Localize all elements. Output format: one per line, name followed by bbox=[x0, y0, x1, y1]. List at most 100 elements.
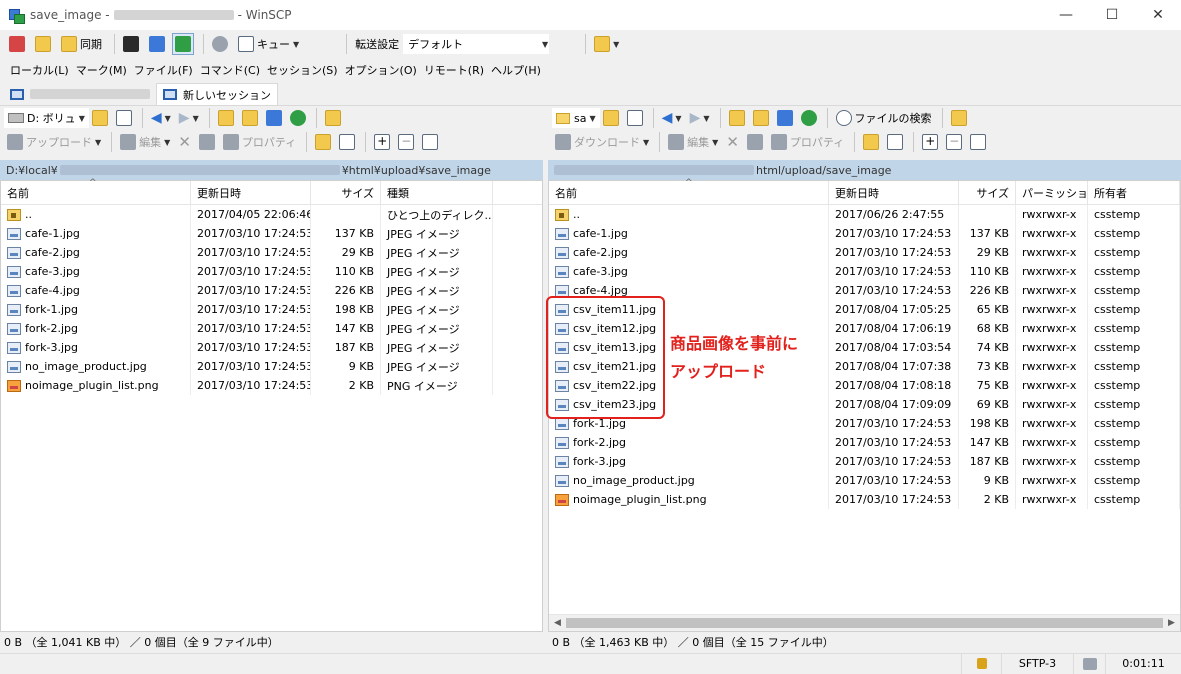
remote-root-dir-button[interactable] bbox=[750, 107, 772, 129]
local-path-bar[interactable]: D:¥local¥ ¥html¥upload¥save_image bbox=[0, 160, 543, 180]
maximize-button[interactable]: ☐ bbox=[1089, 0, 1135, 30]
connection-status[interactable] bbox=[1073, 653, 1105, 674]
table-row[interactable]: cafe-1.jpg 2017/03/10 17:24:53 137 KB rwxrw… bbox=[549, 224, 1180, 243]
compare-dirs-button[interactable] bbox=[6, 33, 28, 55]
putty-button[interactable] bbox=[146, 33, 168, 55]
minimize-button[interactable]: — bbox=[1043, 0, 1089, 30]
col-name[interactable]: 名前 ^ bbox=[1, 178, 191, 204]
local-back-button[interactable]: ◀ ▼ bbox=[148, 107, 174, 129]
table-row[interactable]: cafe-1.jpg 2017/03/10 17:24:53 137 KB JPEG … bbox=[1, 224, 542, 243]
local-refresh-button[interactable] bbox=[287, 107, 309, 129]
local-edit-button[interactable]: 編集 ▼ bbox=[117, 131, 173, 153]
menu-help[interactable]: ヘルプ(H) bbox=[491, 62, 541, 78]
menu-local[interactable]: ローカル(L) bbox=[10, 62, 69, 78]
remote-select-button[interactable]: + bbox=[919, 131, 941, 153]
sync-button[interactable]: 同期 bbox=[58, 33, 105, 55]
remote-filter-select-button[interactable] bbox=[967, 131, 989, 153]
remote-back-button[interactable]: ◀ ▼ bbox=[659, 107, 685, 129]
menu-file[interactable]: ファイル(F) bbox=[134, 62, 193, 78]
remote-tree-button[interactable] bbox=[948, 107, 970, 129]
table-row[interactable]: fork-1.jpg 2017/03/10 17:24:53 198 KB JPEG … bbox=[1, 300, 542, 319]
local-filter-button[interactable] bbox=[113, 107, 135, 129]
keep-remote-up-to-date-button[interactable] bbox=[172, 33, 194, 55]
remote-dir-select[interactable]: sa ▼ bbox=[552, 108, 600, 128]
table-row[interactable]: .. 2017/06/26 2:47:55 rwxrwxr-x csstemp bbox=[549, 205, 1180, 224]
scroll-left-icon[interactable]: ◀ bbox=[549, 618, 566, 628]
queue-button[interactable]: キュー ▼ bbox=[235, 33, 302, 55]
table-row[interactable]: noimage_plugin_list.png 2017/03/10 17:24:… bbox=[549, 490, 1180, 509]
table-row[interactable]: fork-2.jpg 2017/03/10 17:24:53 147 KB JPEG … bbox=[1, 319, 542, 338]
table-row[interactable]: cafe-2.jpg 2017/03/10 17:24:53 29 KB JPEG イ… bbox=[1, 243, 542, 262]
close-button[interactable]: ✕ bbox=[1135, 0, 1181, 30]
tab-new-session[interactable]: 新しいセッション bbox=[156, 83, 278, 105]
table-row[interactable]: .. 2017/04/05 22:06:46 ひとつ上のディレク... bbox=[1, 205, 542, 224]
tab-current-session[interactable] bbox=[4, 83, 156, 105]
remote-refresh-button[interactable] bbox=[798, 107, 820, 129]
remote-home-button[interactable] bbox=[774, 107, 796, 129]
menu-commands[interactable]: コマンド(C) bbox=[200, 62, 260, 78]
table-row[interactable]: fork-2.jpg 2017/03/10 17:24:53 147 KB rwxrw… bbox=[549, 433, 1180, 452]
download-button[interactable]: ダウンロード ▼ bbox=[552, 131, 652, 153]
other-session-button[interactable]: ▼ bbox=[591, 33, 622, 55]
col-type[interactable]: 種類 bbox=[381, 181, 493, 204]
col-size[interactable]: サイズ bbox=[959, 181, 1016, 204]
local-root-dir-button[interactable] bbox=[239, 107, 261, 129]
upload-button[interactable]: アップロード ▼ bbox=[4, 131, 104, 153]
menu-mark[interactable]: マーク(M) bbox=[76, 62, 127, 78]
col-owner[interactable]: 所有者 bbox=[1088, 181, 1180, 204]
table-row[interactable]: noimage_plugin_list.png 2017/03/10 17:24:… bbox=[1, 376, 542, 395]
col-modified[interactable]: 更新日時 bbox=[829, 181, 959, 204]
menu-remote[interactable]: リモート(R) bbox=[424, 62, 484, 78]
remote-unselect-button[interactable]: − bbox=[943, 131, 965, 153]
local-filter-select-button[interactable] bbox=[419, 131, 441, 153]
remote-edit-button[interactable]: 編集 ▼ bbox=[665, 131, 721, 153]
local-find-button[interactable] bbox=[322, 107, 344, 129]
menu-session[interactable]: セッション(S) bbox=[267, 62, 338, 78]
col-modified[interactable]: 更新日時 bbox=[191, 181, 311, 204]
remote-delete-button[interactable]: ✕ bbox=[723, 131, 742, 153]
col-permissions[interactable]: パーミッション bbox=[1016, 181, 1088, 204]
local-unselect-button[interactable]: − bbox=[395, 131, 417, 153]
table-row[interactable]: cafe-3.jpg 2017/03/10 17:24:53 110 KB rwxrw… bbox=[549, 262, 1180, 281]
remote-filter-button[interactable] bbox=[624, 107, 646, 129]
local-drive-select[interactable]: D: ボリュ ▼ bbox=[4, 108, 89, 128]
remote-new-file-button[interactable] bbox=[884, 131, 906, 153]
local-forward-button[interactable]: ▶ ▼ bbox=[176, 107, 202, 129]
table-row[interactable]: no_image_product.jpg 2017/03/10 17:24:53 9… bbox=[549, 471, 1180, 490]
col-size[interactable]: サイズ bbox=[311, 181, 381, 204]
transfer-preset-select[interactable]: デフォルト ▼ bbox=[403, 34, 550, 54]
preferences-button[interactable] bbox=[209, 33, 231, 55]
remote-parent-dir-button[interactable] bbox=[726, 107, 748, 129]
local-new-folder-button[interactable] bbox=[312, 131, 334, 153]
table-row[interactable]: fork-3.jpg 2017/03/10 17:24:53 187 KB JPEG … bbox=[1, 338, 542, 357]
scroll-thumb[interactable] bbox=[566, 618, 1163, 628]
local-file-list[interactable]: 名前 ^ 更新日時 サイズ 種類 .. 2017/04/05 22:06:46 ひとつ… bbox=[0, 178, 543, 632]
scroll-right-icon[interactable]: ▶ bbox=[1163, 618, 1180, 628]
encryption-status[interactable] bbox=[961, 653, 1001, 674]
table-row[interactable]: fork-3.jpg 2017/03/10 17:24:53 187 KB rwxrw… bbox=[549, 452, 1180, 471]
table-row[interactable]: cafe-4.jpg 2017/03/10 17:24:53 226 KB JPEG … bbox=[1, 281, 542, 300]
local-home-button[interactable] bbox=[263, 107, 285, 129]
local-new-file-button[interactable] bbox=[336, 131, 358, 153]
table-row[interactable]: cafe-3.jpg 2017/03/10 17:24:53 110 KB JPEG … bbox=[1, 262, 542, 281]
remote-horizontal-scrollbar[interactable]: ◀ ▶ bbox=[549, 614, 1180, 631]
remote-path-bar[interactable]: html/upload/save_image bbox=[548, 160, 1181, 180]
sync-browse-button[interactable] bbox=[32, 33, 54, 55]
remote-open-dir-button[interactable] bbox=[600, 107, 622, 129]
remote-new-folder-button[interactable] bbox=[860, 131, 882, 153]
col-name[interactable]: 名前 ^ bbox=[549, 178, 829, 204]
local-rename-button[interactable] bbox=[196, 131, 218, 153]
remote-forward-button[interactable]: ▶ ▼ bbox=[687, 107, 713, 129]
table-row[interactable]: no_image_product.jpg 2017/03/10 17:24:53 9… bbox=[1, 357, 542, 376]
console-button[interactable] bbox=[120, 33, 142, 55]
local-parent-dir-button[interactable] bbox=[215, 107, 237, 129]
remote-properties-button[interactable]: プロパティ bbox=[768, 131, 847, 153]
table-row[interactable]: cafe-2.jpg 2017/03/10 17:24:53 29 KB rwxrwx… bbox=[549, 243, 1180, 262]
menu-options[interactable]: オプション(O) bbox=[345, 62, 417, 78]
local-select-button[interactable]: + bbox=[371, 131, 393, 153]
local-properties-button[interactable]: プロパティ bbox=[220, 131, 299, 153]
remote-rename-button[interactable] bbox=[744, 131, 766, 153]
local-open-dir-button[interactable] bbox=[89, 107, 111, 129]
find-files-button[interactable]: ファイルの検索 bbox=[833, 107, 935, 129]
local-delete-button[interactable]: ✕ bbox=[175, 131, 194, 153]
